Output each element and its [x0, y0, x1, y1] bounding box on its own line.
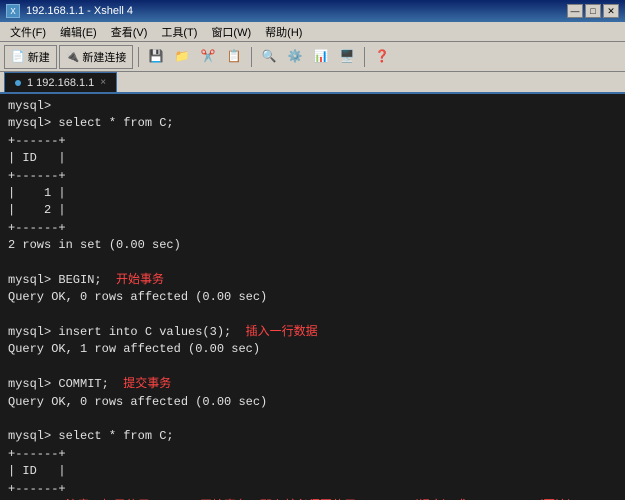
tab-status-dot — [15, 80, 21, 86]
toolbar-btn-5[interactable]: 🔍 — [257, 45, 281, 69]
toolbar-btn-3[interactable]: ✂️ — [196, 45, 220, 69]
new-icon: 📄 — [11, 50, 25, 63]
tab-label: 1 192.168.1.1 — [27, 77, 94, 89]
toolbar-separator-3 — [364, 47, 365, 67]
menu-file[interactable]: 文件(F) — [4, 22, 52, 41]
tab-session-1[interactable]: 1 192.168.1.1 × — [4, 72, 117, 92]
menu-window[interactable]: 窗口(W) — [205, 22, 257, 41]
toolbar-btn-2[interactable]: 📁 — [170, 45, 194, 69]
app-icon: X — [6, 4, 20, 18]
menu-help[interactable]: 帮助(H) — [259, 22, 308, 41]
window-controls: — □ ✕ — [567, 4, 619, 18]
close-button[interactable]: ✕ — [603, 4, 619, 18]
menu-bar: 文件(F) 编辑(E) 查看(V) 工具(T) 窗口(W) 帮助(H) — [0, 22, 625, 42]
connect-button[interactable]: 🔌 新建连接 — [59, 45, 134, 69]
terminal-area[interactable]: mysql> mysql> select * from C; +------+ … — [0, 94, 625, 500]
menu-edit[interactable]: 编辑(E) — [54, 22, 103, 41]
toolbar-btn-1[interactable]: 💾 — [144, 45, 168, 69]
connect-label: 新建连接 — [82, 49, 126, 65]
window-title: 192.168.1.1 - Xshell 4 — [26, 5, 133, 17]
toolbar-btn-9[interactable]: ❓ — [370, 45, 394, 69]
menu-view[interactable]: 查看(V) — [105, 22, 154, 41]
toolbar: 📄 新建 🔌 新建连接 💾 📁 ✂️ 📋 🔍 ⚙️ 📊 🖥️ ❓ — [0, 42, 625, 72]
toolbar-btn-4[interactable]: 📋 — [222, 45, 246, 69]
maximize-button[interactable]: □ — [585, 4, 601, 18]
connect-icon: 🔌 — [66, 50, 80, 63]
toolbar-btn-7[interactable]: 📊 — [309, 45, 333, 69]
title-bar: X 192.168.1.1 - Xshell 4 — □ ✕ — [0, 0, 625, 22]
toolbar-btn-6[interactable]: ⚙️ — [283, 45, 307, 69]
menu-tools[interactable]: 工具(T) — [155, 22, 203, 41]
terminal-content: mysql> mysql> select * from C; +------+ … — [8, 98, 617, 500]
new-label: 新建 — [28, 49, 50, 65]
tab-bar: 1 192.168.1.1 × — [0, 72, 625, 94]
toolbar-btn-8[interactable]: 🖥️ — [335, 45, 359, 69]
tab-close-button[interactable]: × — [100, 77, 106, 88]
toolbar-separator-1 — [138, 47, 139, 67]
toolbar-separator-2 — [251, 47, 252, 67]
minimize-button[interactable]: — — [567, 4, 583, 18]
new-button[interactable]: 📄 新建 — [4, 45, 57, 69]
